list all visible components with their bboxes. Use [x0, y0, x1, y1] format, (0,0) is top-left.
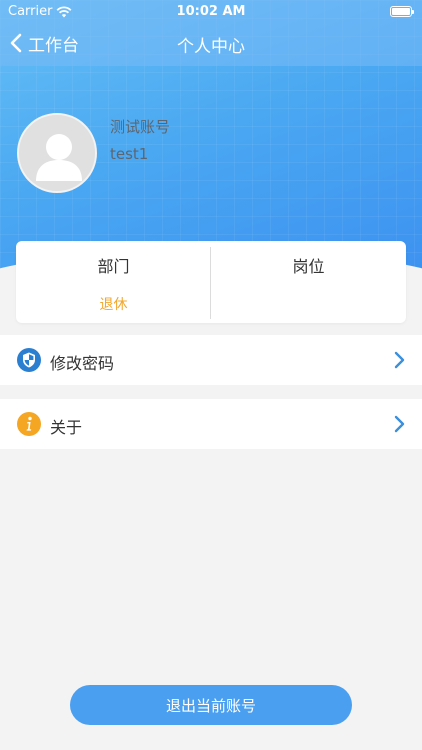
menu-item-about[interactable]: 关于 [0, 399, 422, 449]
avatar[interactable] [17, 113, 97, 193]
page-title: 个人中心 [177, 37, 245, 57]
status-bar: Carrier 10:02 AM [0, 0, 422, 24]
position-section: 岗位 [211, 241, 406, 323]
chevron-right-icon [394, 415, 405, 433]
battery-icon [390, 6, 414, 17]
shield-icon [17, 348, 41, 372]
menu-item-change-password[interactable]: 修改密码 [0, 335, 422, 385]
department-label: 部门 [97, 257, 130, 276]
logout-button[interactable]: 退出当前账号 [70, 685, 352, 725]
status-time: 10:02 AM [176, 4, 246, 19]
position-label: 岗位 [292, 257, 325, 276]
menu-item-label: 关于 [50, 418, 83, 437]
chevron-right-icon [394, 351, 405, 369]
profile-account: test1 [110, 145, 149, 163]
department-value: 退休 [99, 297, 128, 313]
info-icon [17, 412, 41, 436]
profile-name: 测试账号 [110, 118, 171, 136]
menu-item-label: 修改密码 [50, 354, 115, 373]
info-card: 部门 退休 岗位 [16, 241, 406, 323]
department-section: 部门 退休 [16, 241, 211, 323]
battery-level [392, 8, 410, 15]
